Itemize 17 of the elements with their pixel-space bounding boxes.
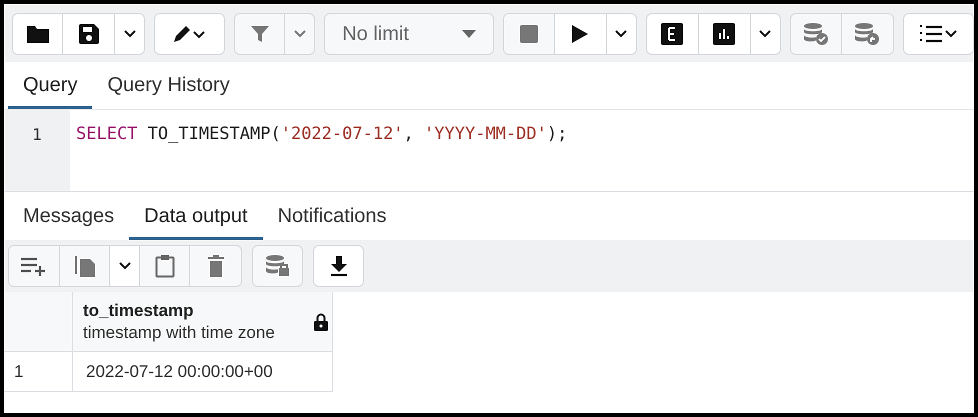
column-type: timestamp with time zone [83, 322, 275, 344]
stop-icon[interactable] [504, 14, 555, 54]
line-number: 1 [32, 124, 42, 146]
database-lock-icon[interactable] [252, 245, 303, 287]
row-limit-dropdown[interactable]: No limit [324, 13, 494, 55]
list-icon[interactable] [902, 13, 974, 55]
caret-icon [462, 30, 476, 38]
pen-icon[interactable] [154, 13, 226, 55]
chevron-icon[interactable] [110, 246, 140, 286]
code-line: SELECT TO_TIMESTAMP('2022-07-12', 'YYYY-MM-DD'); [76, 123, 568, 146]
download-icon[interactable] [313, 245, 364, 287]
row-number: 1 [4, 352, 73, 392]
tab[interactable]: Query History [92, 62, 245, 109]
tab[interactable]: Messages [8, 194, 130, 240]
tab[interactable]: Notifications [262, 194, 402, 240]
column-name: to_timestamp [83, 300, 195, 322]
table-cell: 2022-07-12 00:00:00+00 [73, 352, 333, 392]
